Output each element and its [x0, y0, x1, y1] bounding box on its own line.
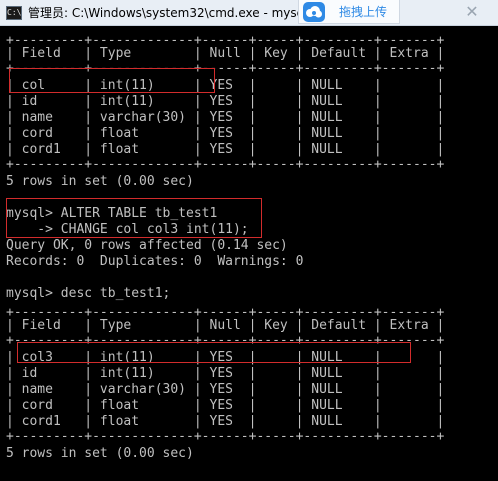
- close-button[interactable]: ✕: [452, 2, 492, 22]
- table-row: | id | int(11) | YES | | NULL | |: [6, 366, 445, 381]
- table-header-row: | Field | Type | Null | Key | Default | …: [6, 318, 445, 333]
- table-row: | name | varchar(30) | YES | | NULL | |: [6, 110, 445, 125]
- table-row: | cord1 | float | YES | | NULL | |: [6, 414, 445, 429]
- cloud-upload-icon: [303, 2, 325, 22]
- drag-upload-button[interactable]: 拖拽上传: [298, 0, 400, 24]
- records-status-line: Records: 0 Duplicates: 0 Warnings: 0: [6, 254, 304, 269]
- window-title: 管理员: C:\Windows\system32\cmd.exe - mysql: [28, 6, 298, 20]
- result-summary: 5 rows in set (0.00 sec): [6, 446, 194, 461]
- highlight-box-col-row: [9, 68, 215, 93]
- table-row: | cord | float | YES | | NULL | |: [6, 398, 445, 413]
- table-row: | id | int(11) | YES | | NULL | |: [6, 94, 445, 109]
- highlight-box-alter-command: [6, 198, 262, 238]
- result-summary: 5 rows in set (0.00 sec): [6, 174, 194, 189]
- table-row: | cord | float | YES | | NULL | |: [6, 126, 445, 141]
- table-header-row: | Field | Type | Null | Key | Default | …: [6, 46, 445, 61]
- table-border-line: +---------+-------------+------+-----+--…: [6, 157, 445, 172]
- cmd-icon: C:\: [6, 6, 22, 20]
- table-row: | cord1 | float | YES | | NULL | |: [6, 142, 445, 157]
- command-line: mysql> desc tb_test1;: [6, 286, 171, 301]
- table-border-line: +---------+-------------+------+-----+--…: [6, 429, 445, 444]
- upload-label: 拖拽上传: [339, 5, 388, 19]
- console-output[interactable]: +---------+-------------+------+-----+--…: [0, 26, 498, 481]
- table-row: | name | varchar(30) | YES | | NULL | |: [6, 382, 445, 397]
- highlight-box-col3-row: [17, 342, 411, 363]
- window-titlebar[interactable]: C:\ 管理员: C:\Windows\system32\cmd.exe - m…: [0, 0, 498, 26]
- query-status-line: Query OK, 0 rows affected (0.14 sec): [6, 238, 288, 253]
